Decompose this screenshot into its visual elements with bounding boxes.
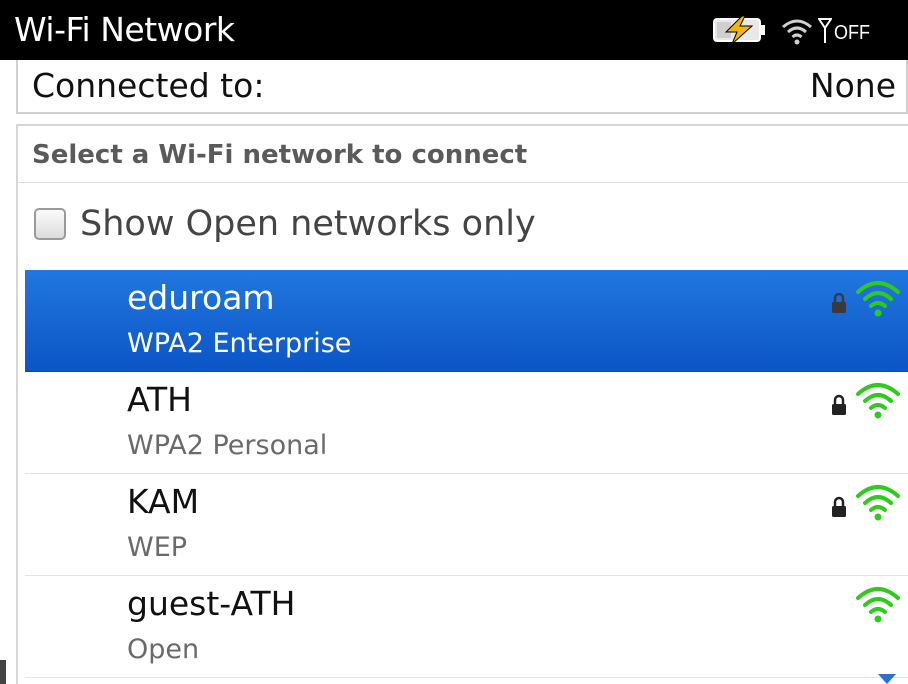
open-networks-checkbox[interactable] <box>34 208 66 240</box>
wifi-signal-icon <box>856 281 900 317</box>
section-header: Select a Wi-Fi network to connect <box>18 126 908 183</box>
page-title: Wi-Fi Network <box>14 10 235 49</box>
section-header-text: Select a Wi-Fi network to connect <box>32 140 528 170</box>
network-item-guest-ath[interactable]: guest-ATH Open <box>25 576 908 678</box>
wifi-signal-icon <box>856 587 900 623</box>
network-item-kam[interactable]: KAM WEP <box>25 474 908 576</box>
network-name: guest-ATH <box>127 584 296 623</box>
wifi-signal-icon <box>856 485 900 521</box>
lock-icon <box>832 394 846 415</box>
scroll-down-indicator-icon[interactable] <box>876 672 898 684</box>
network-name: KAM <box>127 482 200 521</box>
network-security: WPA2 Personal <box>127 430 328 461</box>
battery-charging-icon <box>713 16 765 44</box>
network-item-ath[interactable]: ATH WPA2 Personal <box>25 372 908 474</box>
edge-marker <box>0 660 6 684</box>
lock-icon <box>832 496 846 517</box>
open-networks-label[interactable]: Show Open networks only <box>80 200 536 248</box>
network-item-eduroam[interactable]: eduroam WPA2 Enterprise <box>25 270 908 372</box>
connected-value: None <box>809 66 896 105</box>
network-security: Open <box>127 634 200 665</box>
network-security: WPA2 Enterprise <box>127 328 352 359</box>
radio-status-text: OFF <box>834 22 870 44</box>
network-security: WEP <box>127 532 188 563</box>
network-list: eduroam WPA2 Enterprise ATH WPA2 Persona… <box>25 270 908 678</box>
title-bar: Wi-Fi Network OFF <box>0 0 908 60</box>
wifi-icon <box>782 19 812 45</box>
network-name: eduroam <box>127 278 275 317</box>
connection-status: Connected to: None <box>16 60 908 114</box>
network-name: ATH <box>127 380 192 419</box>
network-panel: Select a Wi-Fi network to connect Show O… <box>16 124 908 684</box>
lock-icon <box>832 292 846 313</box>
wifi-signal-icon <box>856 383 900 419</box>
radio-antenna-icon <box>818 18 832 43</box>
open-networks-filter[interactable]: Show Open networks only <box>18 196 908 256</box>
connected-label: Connected to: <box>32 66 265 105</box>
